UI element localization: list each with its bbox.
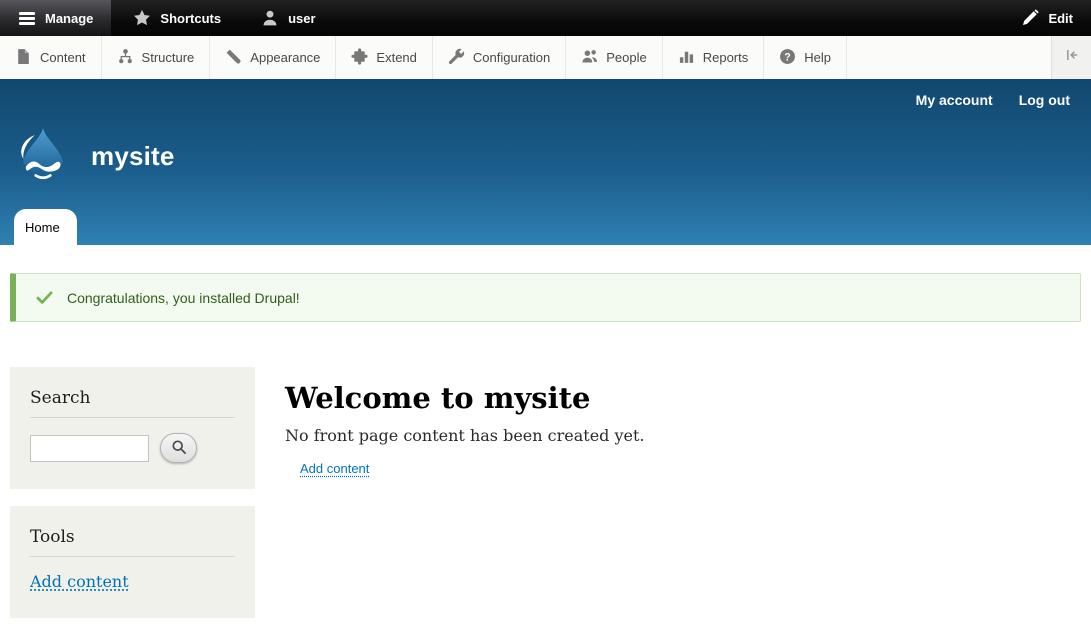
drupal-logo[interactable] [14,127,72,185]
primary-tabs: Home [14,209,77,245]
paintbrush-icon [225,48,242,68]
tray-collapse-button[interactable] [1051,36,1091,79]
tray-tab-label: Extend [376,50,416,65]
layout-columns: Search Tools Add content Welcome to mysi… [10,367,1081,635]
search-block-title: Search [30,388,235,408]
sitemap-icon [117,48,134,68]
question-icon: ? [779,48,796,68]
tray-tab-structure[interactable]: Structure [102,36,211,79]
svg-text:?: ? [785,51,791,63]
user-label: user [288,11,315,26]
tray-tab-extend[interactable]: Extend [336,36,432,79]
status-message: Congratulations, you installed Drupal! [10,273,1081,322]
search-form [30,433,235,463]
people-icon [581,48,598,68]
tray-tab-label: Reports [703,50,749,65]
tray-tab-label: Content [40,50,86,65]
star-icon [133,9,151,27]
main-content: Welcome to mysite No front page content … [285,367,645,478]
tray-tab-configuration[interactable]: Configuration [433,36,566,79]
status-message-text: Congratulations, you installed Drupal! [67,290,300,306]
pencil-icon [1021,9,1039,27]
wrench-icon [448,48,465,68]
tray-tab-people[interactable]: People [566,36,662,79]
tray-tab-label: Structure [142,50,195,65]
bar-chart-icon [678,48,695,68]
admin-toolbar: Manage Shortcuts user Edit [0,0,1091,36]
search-block: Search [10,367,255,489]
collapse-left-icon [1064,47,1080,68]
block-divider [30,417,235,418]
tools-add-content-link[interactable]: Add content [30,572,129,591]
toolbar-tray: Content Structure Appearance Extend Conf… [0,36,1091,79]
puzzle-icon [351,48,368,68]
admin-menu-shortcuts[interactable]: Shortcuts [115,0,239,36]
site-name[interactable]: mysite [91,141,175,172]
search-submit-button[interactable] [160,433,197,463]
tab-home[interactable]: Home [14,209,77,245]
secondary-menu: My account Log out [916,92,1070,108]
sidebar-first: Search Tools Add content [10,367,255,635]
tray-tab-label: Configuration [473,50,550,65]
checkmark-icon [36,289,53,306]
block-divider [30,556,235,557]
admin-menu-manage[interactable]: Manage [0,0,111,36]
tray-tab-label: Appearance [250,50,320,65]
tray-tab-content[interactable]: Content [0,36,102,79]
edit-label: Edit [1048,11,1073,26]
page-title: Welcome to mysite [285,381,645,415]
tray-tab-appearance[interactable]: Appearance [210,36,336,79]
manage-label: Manage [45,11,93,26]
edit-button[interactable]: Edit [1003,0,1091,36]
tray-tab-label: Help [804,50,831,65]
highlighted-region: Congratulations, you installed Drupal! [0,245,1091,322]
add-content-action-link[interactable]: Add content [300,461,369,476]
log-out-link[interactable]: Log out [1019,92,1070,108]
site-branding: mysite [14,127,175,185]
tray-tab-label: People [606,50,646,65]
my-account-link[interactable]: My account [916,92,993,108]
file-icon [15,48,32,68]
search-input[interactable] [30,435,149,462]
shortcuts-label: Shortcuts [160,11,221,26]
tray-spacer [847,36,1051,79]
tools-block: Tools Add content [10,506,255,618]
admin-menu-user[interactable]: user [243,0,333,36]
admin-bar-spacer [334,0,1004,36]
tray-tab-reports[interactable]: Reports [663,36,765,79]
search-icon [171,439,187,458]
site-header: My account Log out mysite Home [0,79,1091,245]
empty-frontpage-text: No front page content has been created y… [285,426,645,445]
user-icon [261,9,279,27]
tools-block-title: Tools [30,527,235,547]
tray-tab-help[interactable]: ? Help [764,36,847,79]
hamburger-icon [18,9,36,27]
